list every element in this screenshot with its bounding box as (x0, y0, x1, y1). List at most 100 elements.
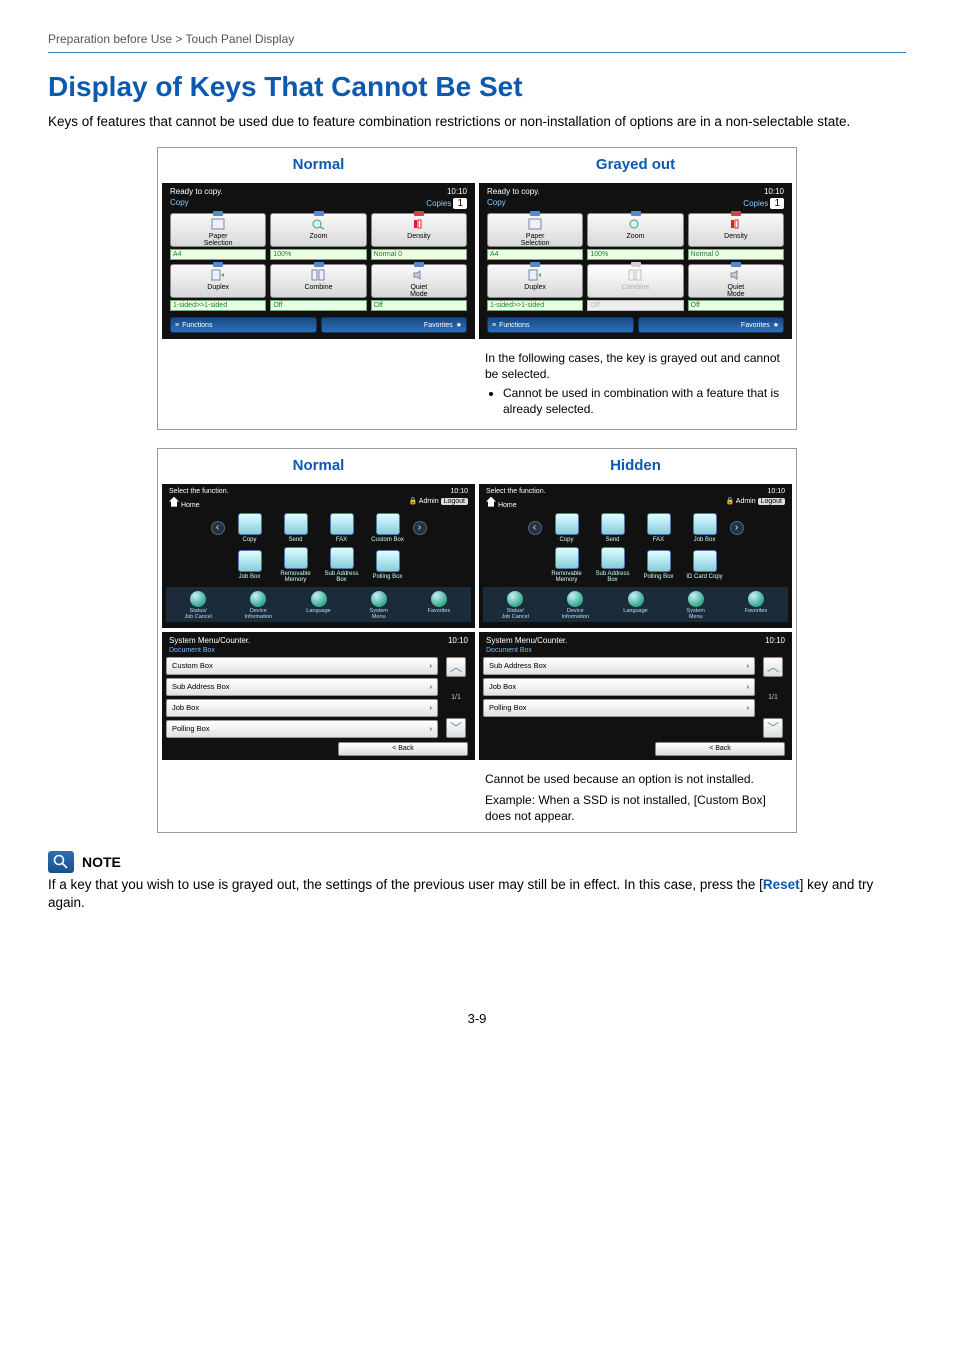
home-icon[interactable] (169, 497, 179, 507)
language[interactable]: Language (606, 591, 664, 620)
scroll-down-icon[interactable]: ﹀ (763, 718, 783, 738)
star-icon: ★ (456, 321, 462, 329)
density-value: Normal 0 (371, 249, 467, 260)
home-subaddr[interactable]: Sub Address Box (321, 547, 363, 583)
chevron-right-icon: › (430, 682, 433, 691)
scroll-left-icon[interactable]: ‹ (528, 521, 542, 535)
chevron-right-icon: › (430, 661, 433, 670)
combine-button[interactable]: Combine (270, 264, 366, 298)
menu-sub-address[interactable]: Sub Address Box› (166, 678, 438, 696)
duplex-value: 1-sided>>1-sided (170, 300, 266, 311)
home-send[interactable]: Send (592, 513, 634, 543)
chevron-right-icon: › (747, 682, 750, 691)
chevron-right-icon: › (430, 703, 433, 712)
home-custombox[interactable]: Custom Box (367, 513, 409, 543)
status-job-cancel[interactable]: Status/ Job Cancel (169, 591, 227, 620)
home-jobbox[interactable]: Job Box (229, 550, 271, 580)
home-send[interactable]: Send (275, 513, 317, 543)
menu-panel-normal: System Menu/Counter.10:10 Document Box C… (162, 632, 475, 760)
zoom-button[interactable]: Zoom (270, 213, 366, 247)
zoom-button[interactable]: Zoom (587, 213, 683, 247)
grayed-explanation: In the following cases, the key is graye… (479, 343, 792, 424)
home-subaddr[interactable]: Sub Address Box (592, 547, 634, 583)
scroll-up-icon[interactable]: ︿ (763, 657, 783, 677)
home-icon[interactable] (486, 497, 496, 507)
scroll-down-icon[interactable]: ﹀ (446, 718, 466, 738)
paper-value: A4 (170, 249, 266, 260)
col-head-grayed: Grayed out (479, 152, 792, 179)
home-polling[interactable]: Polling Box (367, 550, 409, 580)
system-menu[interactable]: System Menu (350, 591, 408, 620)
device-info[interactable]: Device Information (229, 591, 287, 620)
status-job-cancel[interactable]: Status/ Job Cancel (486, 591, 544, 620)
home-panel-hidden: Select the function.10:10 Home 🔒 Admin L… (479, 484, 792, 628)
home-remmem[interactable]: Removable Memory (275, 547, 317, 583)
back-button[interactable]: < Back (338, 742, 468, 756)
density-button[interactable]: Density (371, 213, 467, 247)
copy-panel-grayed: Ready to copy.10:10 CopyCopies 1 Paper S… (479, 183, 792, 339)
hidden-explanation: Cannot be used because an option is not … (479, 764, 792, 829)
functions-button[interactable]: ≡Functions (487, 317, 634, 333)
favorites[interactable]: Favorites (727, 591, 785, 620)
copies-value: 1 (453, 198, 467, 209)
page-indicator: 1/1 (451, 694, 461, 701)
favorites[interactable]: Favorites (410, 591, 468, 620)
mode-text: Copy (170, 198, 189, 209)
quiet-value: Off (371, 300, 467, 311)
home-jobbox[interactable]: Job Box (684, 513, 726, 543)
language[interactable]: Language (289, 591, 347, 620)
intro-text: Keys of features that cannot be used due… (48, 113, 906, 131)
note-label: NOTE (82, 854, 121, 870)
menu-polling-box[interactable]: Polling Box› (166, 720, 438, 738)
device-info[interactable]: Device Information (546, 591, 604, 620)
quiet-mode-button[interactable]: Quiet Mode (371, 264, 467, 298)
home-fax[interactable]: FAX (638, 513, 680, 543)
breadcrumb: Preparation before Use > Touch Panel Dis… (48, 32, 906, 53)
combine-value: Off (270, 300, 366, 311)
favorites-button[interactable]: Favorites★ (321, 317, 468, 333)
home-copy[interactable]: Copy (546, 513, 588, 543)
note-body: If a key that you wish to use is grayed … (48, 876, 906, 911)
menu-polling-box[interactable]: Polling Box› (483, 699, 755, 717)
list-icon: ≡ (175, 322, 179, 329)
chevron-right-icon: › (430, 724, 433, 733)
home-idcard[interactable]: ID Card Copy (684, 550, 726, 580)
home-copy[interactable]: Copy (229, 513, 271, 543)
logout-button[interactable]: Logout (758, 498, 785, 505)
menu-sub-address[interactable]: Sub Address Box› (483, 657, 755, 675)
menu-job-box[interactable]: Job Box› (483, 678, 755, 696)
chevron-right-icon: › (747, 661, 750, 670)
quiet-mode-button[interactable]: Quiet Mode (688, 264, 784, 298)
chevron-right-icon: › (747, 703, 750, 712)
time-text: 10:10 (447, 187, 467, 196)
system-menu[interactable]: System Menu (667, 591, 725, 620)
home-remmem[interactable]: Removable Memory (546, 547, 588, 583)
scroll-right-icon[interactable]: › (413, 521, 427, 535)
page-title: Display of Keys That Cannot Be Set (48, 71, 906, 103)
duplex-button[interactable]: Duplex (487, 264, 583, 298)
back-button[interactable]: < Back (655, 742, 785, 756)
favorites-button[interactable]: Favorites★ (638, 317, 785, 333)
note-icon (48, 851, 74, 873)
logout-button[interactable]: Logout (441, 498, 468, 505)
menu-job-box[interactable]: Job Box› (166, 699, 438, 717)
star-icon: ★ (773, 321, 779, 329)
reset-key-ref: Reset (763, 877, 800, 892)
scroll-right-icon[interactable]: › (730, 521, 744, 535)
compare-normal-hidden: Normal Select the function.10:10 Home 🔒 … (157, 448, 797, 834)
note-header: NOTE (48, 851, 906, 873)
copy-panel-normal: Ready to copy.10:10 CopyCopies 1 Paper S… (162, 183, 475, 339)
home-polling[interactable]: Polling Box (638, 550, 680, 580)
scroll-left-icon[interactable]: ‹ (211, 521, 225, 535)
duplex-button[interactable]: Duplex (170, 264, 266, 298)
copies-label: Copies (426, 199, 451, 208)
paper-selection-button[interactable]: Paper Selection (487, 213, 583, 247)
admin-icon: 🔒 (409, 498, 418, 505)
functions-button[interactable]: ≡Functions (170, 317, 317, 333)
menu-custom-box[interactable]: Custom Box› (166, 657, 438, 675)
density-button[interactable]: Density (688, 213, 784, 247)
col-head-hidden: Hidden (479, 453, 792, 480)
scroll-up-icon[interactable]: ︿ (446, 657, 466, 677)
paper-selection-button[interactable]: Paper Selection (170, 213, 266, 247)
home-fax[interactable]: FAX (321, 513, 363, 543)
